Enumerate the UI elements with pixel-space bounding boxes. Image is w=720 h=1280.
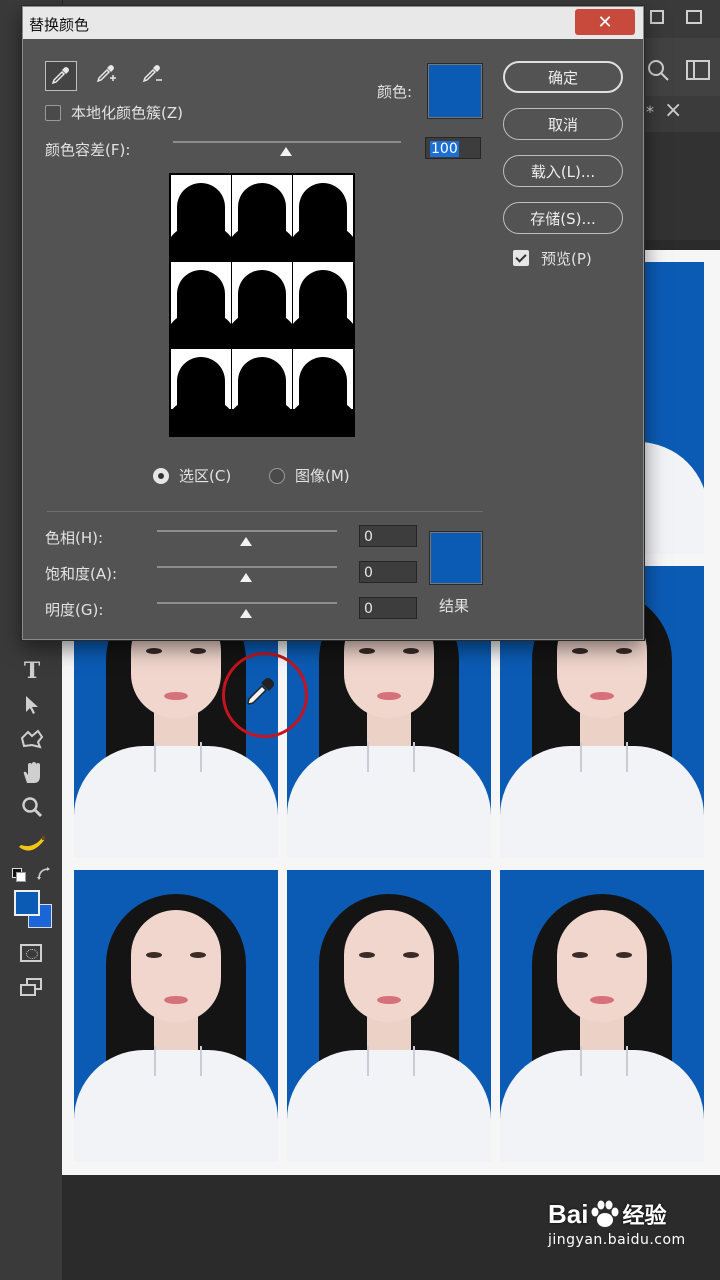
dialog-title: 替换颜色: [29, 16, 90, 34]
saturation-label: 饱和度(A):: [45, 565, 118, 583]
localize-clusters-checkbox[interactable]: [45, 105, 61, 121]
dialog-title-bar[interactable]: 替换颜色 ✕: [23, 7, 643, 39]
subtract-from-sample-eyedropper-icon[interactable]: [137, 61, 167, 89]
fuzziness-input[interactable]: 100: [425, 137, 481, 159]
lightness-input[interactable]: 0: [359, 597, 417, 619]
shape-tool-icon[interactable]: [14, 724, 50, 754]
saturation-slider-track[interactable]: [157, 566, 337, 568]
screen-mode-icon[interactable]: [20, 978, 44, 1000]
workspace-icon[interactable]: [686, 60, 710, 80]
eyedropper-tool-icon[interactable]: [45, 61, 77, 91]
watermark-brand-left: Bai: [548, 1198, 589, 1229]
tab-close-icon[interactable]: ×: [664, 98, 682, 123]
id-photo: [500, 870, 704, 1162]
quick-mask-icon[interactable]: [20, 944, 42, 962]
watermark-url: jingyan.baidu.com: [548, 1232, 686, 1248]
id-photo: [287, 870, 491, 1162]
image-radio-label: 图像(M): [295, 467, 350, 485]
localize-clusters-label: 本地化颜色簇(Z): [71, 104, 183, 122]
paw-icon: [591, 1200, 619, 1227]
id-photo: [74, 870, 278, 1162]
tab-modified-marker: *: [646, 102, 654, 121]
watermark-brand-right: 经验: [622, 1204, 667, 1229]
fuzziness-label: 颜色容差(F):: [45, 141, 131, 159]
document-tab[interactable]: * ×: [640, 96, 720, 132]
fuzziness-slider-track[interactable]: [173, 141, 401, 143]
lightness-slider-thumb[interactable]: [240, 609, 252, 618]
preview-label: 预览(P): [541, 250, 592, 268]
selection-radio[interactable]: [153, 468, 169, 484]
saturation-slider-thumb[interactable]: [240, 573, 252, 582]
close-button[interactable]: ✕: [575, 9, 635, 35]
id-photo: [644, 262, 704, 554]
hand-tool-icon[interactable]: [14, 758, 50, 788]
zoom-tool-icon[interactable]: [14, 792, 50, 822]
preview-checkbox[interactable]: [513, 250, 529, 266]
hue-slider-track[interactable]: [157, 530, 337, 532]
result-swatch[interactable]: [429, 531, 483, 585]
result-label: 结果: [439, 597, 470, 615]
lightness-label: 明度(G):: [45, 601, 104, 619]
replace-color-dialog: 替换颜色 ✕ 本地化颜色簇(Z) 颜色: 颜色容差(F): 100 选区(C) …: [22, 6, 644, 640]
hue-input[interactable]: 0: [359, 525, 417, 547]
saturation-input[interactable]: 0: [359, 561, 417, 583]
fuzziness-slider-thumb[interactable]: [280, 147, 292, 156]
ok-button[interactable]: 确定: [503, 61, 623, 93]
add-to-sample-eyedropper-icon[interactable]: [91, 61, 121, 89]
eyedropper-cursor-icon: [247, 678, 274, 705]
lightness-slider-track[interactable]: [157, 602, 337, 604]
restore-icon[interactable]: [686, 10, 702, 24]
color-label: 颜色:: [377, 83, 413, 101]
save-button[interactable]: 存储(S)...: [503, 202, 623, 234]
path-selection-icon[interactable]: [14, 690, 50, 720]
image-radio[interactable]: [269, 468, 285, 484]
swap-colors-icon[interactable]: [36, 866, 52, 882]
hue-slider-thumb[interactable]: [240, 537, 252, 546]
cancel-button[interactable]: 取消: [503, 108, 623, 140]
search-icon[interactable]: [646, 58, 670, 82]
default-colors-icon[interactable]: [12, 868, 26, 882]
load-button[interactable]: 载入(L)...: [503, 155, 623, 187]
hue-label: 色相(H):: [45, 529, 104, 547]
selection-preview[interactable]: [169, 173, 355, 437]
banana-icon[interactable]: [14, 830, 50, 860]
baidu-jingyan-watermark: Bai 经验 jingyan.baidu.com: [548, 1198, 686, 1249]
selection-radio-label: 选区(C): [179, 467, 232, 485]
fuzziness-value: 100: [430, 141, 459, 157]
foreground-color-swatch[interactable]: [14, 890, 40, 916]
section-divider: [47, 511, 483, 512]
minimize-icon[interactable]: [650, 10, 664, 24]
type-tool-icon[interactable]: T: [14, 656, 50, 686]
color-swatch[interactable]: [427, 63, 483, 119]
